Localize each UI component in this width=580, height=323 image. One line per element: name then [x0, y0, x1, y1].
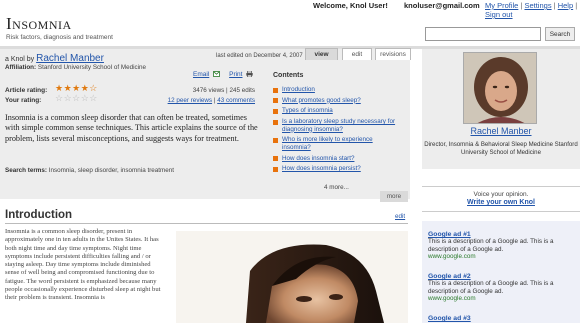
byline: a Knol by Rachel Manber — [5, 53, 104, 64]
tab-view[interactable]: view — [305, 48, 338, 60]
tab-revisions[interactable]: revisions — [375, 48, 411, 60]
account-links: My Profile | Settings | Help | Sign out — [485, 1, 578, 19]
ad-item[interactable]: Google ad #2 This is a description of a … — [428, 273, 576, 303]
share-actions: Email Print — [193, 71, 253, 78]
bullet-icon — [273, 98, 278, 104]
search-terms-label: Search terms: — [5, 167, 47, 174]
help-link[interactable]: Help — [558, 1, 573, 10]
peer-reviews-link[interactable]: 12 peer reviews — [168, 97, 212, 104]
ad-item[interactable]: Google ad #1 This is a description of a … — [428, 231, 576, 261]
article-summary: Insomnia is a common sleep disorder that… — [5, 113, 258, 143]
tab-edit[interactable]: edit — [342, 48, 372, 60]
ratings-labels: Article rating: Your rating: — [5, 86, 47, 106]
contents-item[interactable]: How does insomnia start? — [273, 155, 403, 163]
article-stats: 3476 views | 245 edits 12 peer reviews |… — [167, 87, 255, 104]
article-photo — [176, 231, 408, 323]
bullet-icon — [273, 119, 278, 125]
your-rating-label: Your rating: — [5, 97, 42, 104]
knol-subtitle: Risk factors, diagnosis and treatment — [6, 34, 113, 41]
contents-item[interactable]: What promotes good sleep? — [273, 97, 403, 105]
email-link[interactable]: Email — [193, 71, 209, 78]
top-bar: Welcome, Knol User! knoluser@gmail.com M… — [0, 0, 580, 19]
contents-item[interactable]: Who is more likely to experience insomni… — [273, 136, 403, 151]
section-divider — [5, 223, 408, 224]
contents-list: Introduction What promotes good sleep? T… — [273, 86, 403, 176]
article-rating-stars: ★★★★☆ — [55, 83, 98, 93]
printer-icon[interactable] — [246, 71, 253, 77]
write-knol-link[interactable]: Write your own Knol — [422, 199, 580, 206]
search-terms-value: Insomnia, sleep disorder, insomnia treat… — [48, 167, 175, 174]
my-profile-link[interactable]: My Profile — [485, 1, 518, 10]
sign-out-link[interactable]: Sign out — [485, 10, 513, 19]
section-body: Insomnia is a common sleep disorder, pre… — [5, 228, 161, 302]
search-terms: Search terms: Insomnia, sleep disorder, … — [5, 167, 174, 174]
ad-item[interactable]: Google ad #3 — [428, 315, 576, 322]
search-input[interactable] — [425, 27, 541, 41]
article-rating-label: Article rating: — [5, 87, 48, 94]
affiliation-value: Stanford University School of Medicine — [37, 64, 147, 71]
envelope-icon[interactable] — [213, 71, 220, 77]
author-card-description: Director, Insomnia & Behavioral Sleep Me… — [424, 141, 578, 156]
bullet-icon — [273, 137, 278, 143]
your-rating-stars[interactable]: ☆☆☆☆☆ — [55, 94, 98, 103]
voice-opinion-text: Voice your opinion. — [473, 191, 529, 198]
author-card-name[interactable]: Rachel Manber — [422, 126, 580, 136]
contents-item[interactable]: Introduction — [273, 86, 403, 94]
bullet-icon — [273, 108, 278, 114]
bullet-icon — [273, 156, 278, 162]
contents-item[interactable]: Is a laboratory sleep study necessary fo… — [273, 118, 403, 133]
more-button[interactable]: more — [380, 191, 408, 202]
knol-title[interactable]: Insomnia — [6, 14, 72, 34]
welcome-text: Welcome, Knol User! — [313, 1, 388, 10]
affiliation-label: Affiliation: — [5, 64, 37, 71]
settings-link[interactable]: Settings — [524, 1, 551, 10]
edits-count: 245 edits — [229, 87, 255, 94]
section-heading: Introduction — [5, 209, 73, 221]
contents-heading: Contents — [273, 72, 304, 79]
user-email: knoluser@gmail.com — [404, 1, 480, 10]
affiliation: Affiliation: Stanford University School … — [5, 64, 146, 71]
views-count: 3476 views — [192, 87, 225, 94]
more-contents-count[interactable]: 4 more... — [324, 184, 349, 191]
search-button[interactable]: Search — [545, 27, 575, 41]
author-link[interactable]: Rachel Manber — [36, 53, 104, 64]
contents-item[interactable]: How does insomnia persist? — [273, 165, 403, 173]
bullet-icon — [273, 87, 278, 93]
comments-link[interactable]: 43 comments — [217, 97, 255, 104]
byline-prefix: a Knol by — [5, 56, 35, 63]
section-edit-link[interactable]: edit — [395, 213, 405, 220]
bullet-icon — [273, 166, 278, 172]
last-edited-date: last edited on December 4, 2007 — [216, 53, 303, 59]
contents-item[interactable]: Types of insomnia — [273, 107, 403, 115]
print-link[interactable]: Print — [229, 71, 242, 78]
author-photo[interactable] — [463, 52, 537, 124]
